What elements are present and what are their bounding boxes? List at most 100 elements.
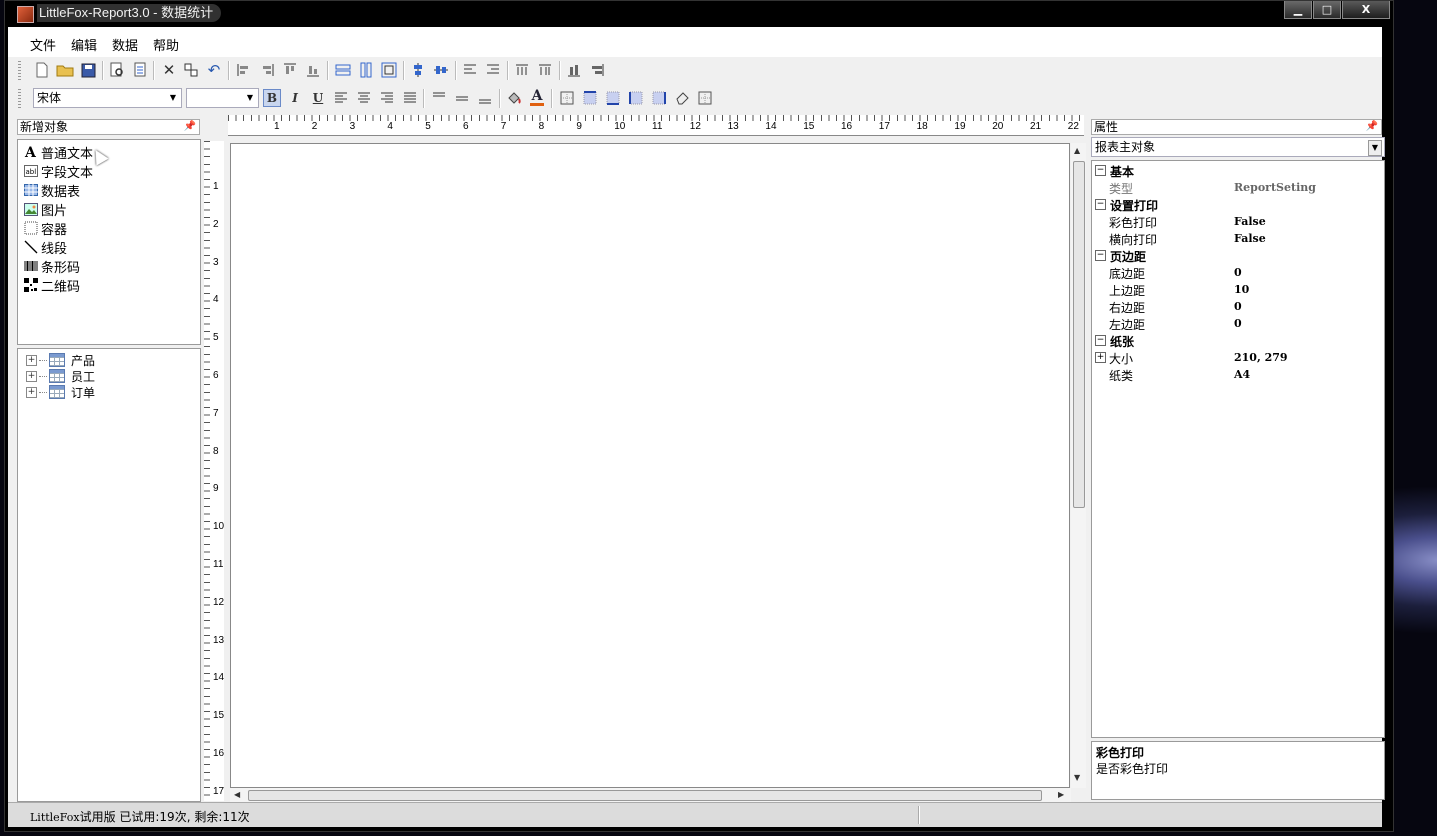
property-category[interactable]: − 基本 (1092, 162, 1384, 179)
scroll-up-icon[interactable]: ▲ (1074, 146, 1080, 155)
chevron-down-icon[interactable]: ▼ (1368, 140, 1382, 156)
align-top-icon[interactable] (281, 61, 299, 79)
property-category[interactable]: − 设置打印 (1092, 196, 1384, 213)
same-size-icon[interactable] (380, 61, 398, 79)
property-row[interactable]: 彩色打印 False (1092, 213, 1384, 230)
object-item[interactable]: 线段 (24, 238, 67, 257)
page-setup-icon[interactable] (131, 61, 149, 79)
align-right-icon[interactable] (258, 61, 276, 79)
toolbar-grip[interactable] (18, 61, 21, 81)
expand-plus-icon[interactable]: + (26, 354, 37, 366)
property-value[interactable]: 0 (1234, 300, 1242, 313)
property-row[interactable]: 左边距 0 (1092, 315, 1384, 332)
property-row[interactable]: 类型 ReportSeting (1092, 179, 1384, 196)
tree-item[interactable]: + 员工 (26, 368, 95, 384)
save-icon[interactable] (79, 61, 97, 79)
report-design-canvas[interactable] (230, 143, 1070, 788)
maximize-button[interactable]: □ (1313, 1, 1341, 19)
valign-bottom-icon[interactable] (476, 89, 494, 107)
text-align-left-icon[interactable] (332, 89, 350, 107)
vertical-scrollbar[interactable]: ▲ ▼ (1071, 143, 1086, 788)
property-value[interactable]: 0 (1234, 266, 1242, 279)
text-justify-icon[interactable] (401, 89, 419, 107)
print-preview-icon[interactable] (108, 61, 126, 79)
horizontal-scrollbar[interactable]: ◀ ▶ (230, 788, 1071, 803)
same-width-icon[interactable] (334, 61, 352, 79)
property-value[interactable]: 210, 279 (1234, 351, 1288, 364)
align-left-icon[interactable] (235, 61, 253, 79)
bold-button[interactable]: B (263, 89, 281, 107)
center-vertical-icon[interactable] (409, 61, 427, 79)
property-value[interactable]: A4 (1234, 368, 1250, 381)
tree-item[interactable]: + 产品 (26, 352, 95, 368)
align-bottom-icon[interactable] (304, 61, 322, 79)
bring-front-icon[interactable] (513, 61, 531, 79)
font-name-select[interactable]: 宋体 ▼ (33, 88, 182, 108)
collapse-minus-icon[interactable]: − (1095, 199, 1106, 210)
object-item[interactable]: A 普通文本 (24, 143, 93, 162)
text-align-right-icon[interactable] (378, 89, 396, 107)
scroll-right-icon[interactable]: ▶ (1058, 790, 1064, 799)
scroll-left-icon[interactable]: ◀ (234, 790, 240, 799)
italic-button[interactable]: I (286, 89, 304, 107)
property-value[interactable]: 0 (1234, 317, 1242, 330)
tree-item[interactable]: + 订单 (26, 384, 95, 400)
fill-color-icon[interactable] (505, 89, 523, 107)
pin-icon[interactable]: 📌 (1366, 120, 1378, 134)
property-row[interactable]: 横向打印 False (1092, 230, 1384, 247)
property-row[interactable]: + 大小 210, 279 (1092, 349, 1384, 366)
property-row[interactable]: 纸类 A4 (1092, 366, 1384, 383)
space-vertical-icon[interactable] (484, 61, 502, 79)
property-category[interactable]: − 纸张 (1092, 332, 1384, 349)
title-bar[interactable]: LittleFox-Report3.0 - 数据统计 ▁ □ X (5, 1, 1393, 27)
property-value[interactable]: 10 (1234, 283, 1249, 296)
collapse-minus-icon[interactable]: − (1095, 165, 1106, 176)
center-horizontal-icon[interactable] (432, 61, 450, 79)
object-item[interactable]: abl 字段文本 (24, 162, 93, 181)
border-right-icon[interactable] (650, 89, 668, 107)
menu-data[interactable]: 数据 (112, 35, 138, 54)
pin-icon[interactable]: 📌 (184, 120, 196, 134)
scroll-down-icon[interactable]: ▼ (1074, 773, 1080, 782)
border-left-icon[interactable] (627, 89, 645, 107)
same-height-icon[interactable] (357, 61, 375, 79)
object-selector[interactable]: 报表主对象 ▼ (1091, 137, 1385, 157)
border-bottom-icon[interactable] (604, 89, 622, 107)
expand-plus-icon[interactable]: + (26, 370, 37, 382)
font-color-icon[interactable]: A (528, 89, 546, 107)
object-item[interactable]: 图片 (24, 200, 67, 219)
property-row[interactable]: 上边距 10 (1092, 281, 1384, 298)
collapse-minus-icon[interactable]: − (1095, 250, 1106, 261)
minimize-button[interactable]: ▁ (1284, 1, 1312, 19)
border-none-icon[interactable] (696, 89, 714, 107)
object-item[interactable]: 容器 (24, 219, 67, 238)
valign-middle-icon[interactable] (453, 89, 471, 107)
menu-help[interactable]: 帮助 (153, 35, 179, 54)
bottom-distribute-icon[interactable] (565, 61, 583, 79)
property-category[interactable]: − 页边距 (1092, 247, 1384, 264)
property-row[interactable]: 底边距 0 (1092, 264, 1384, 281)
open-folder-icon[interactable] (56, 61, 74, 79)
horizontal-scroll-thumb[interactable] (248, 790, 1042, 801)
expand-plus-icon[interactable]: + (1095, 352, 1106, 363)
text-align-center-icon[interactable] (355, 89, 373, 107)
new-file-icon[interactable] (33, 61, 51, 79)
copy-icon[interactable] (182, 61, 200, 79)
toolbar-grip[interactable] (18, 89, 21, 109)
space-horizontal-icon[interactable] (461, 61, 479, 79)
object-item[interactable]: 数据表 (24, 181, 80, 200)
collapse-minus-icon[interactable]: − (1095, 335, 1106, 346)
object-item[interactable]: 条形码 (24, 257, 80, 276)
chevron-down-icon[interactable]: ▼ (244, 91, 256, 105)
menu-edit[interactable]: 编辑 (71, 35, 97, 54)
property-value[interactable]: ReportSeting (1234, 181, 1316, 194)
menu-file[interactable]: 文件 (30, 35, 56, 54)
undo-icon[interactable]: ↶ (205, 61, 223, 79)
underline-button[interactable]: U (309, 89, 327, 107)
send-back-icon[interactable] (536, 61, 554, 79)
object-item[interactable]: 二维码 (24, 276, 80, 295)
vertical-scroll-thumb[interactable] (1073, 161, 1085, 508)
chevron-down-icon[interactable]: ▼ (167, 91, 179, 105)
font-size-select[interactable]: ▼ (186, 88, 259, 108)
border-top-icon[interactable] (581, 89, 599, 107)
